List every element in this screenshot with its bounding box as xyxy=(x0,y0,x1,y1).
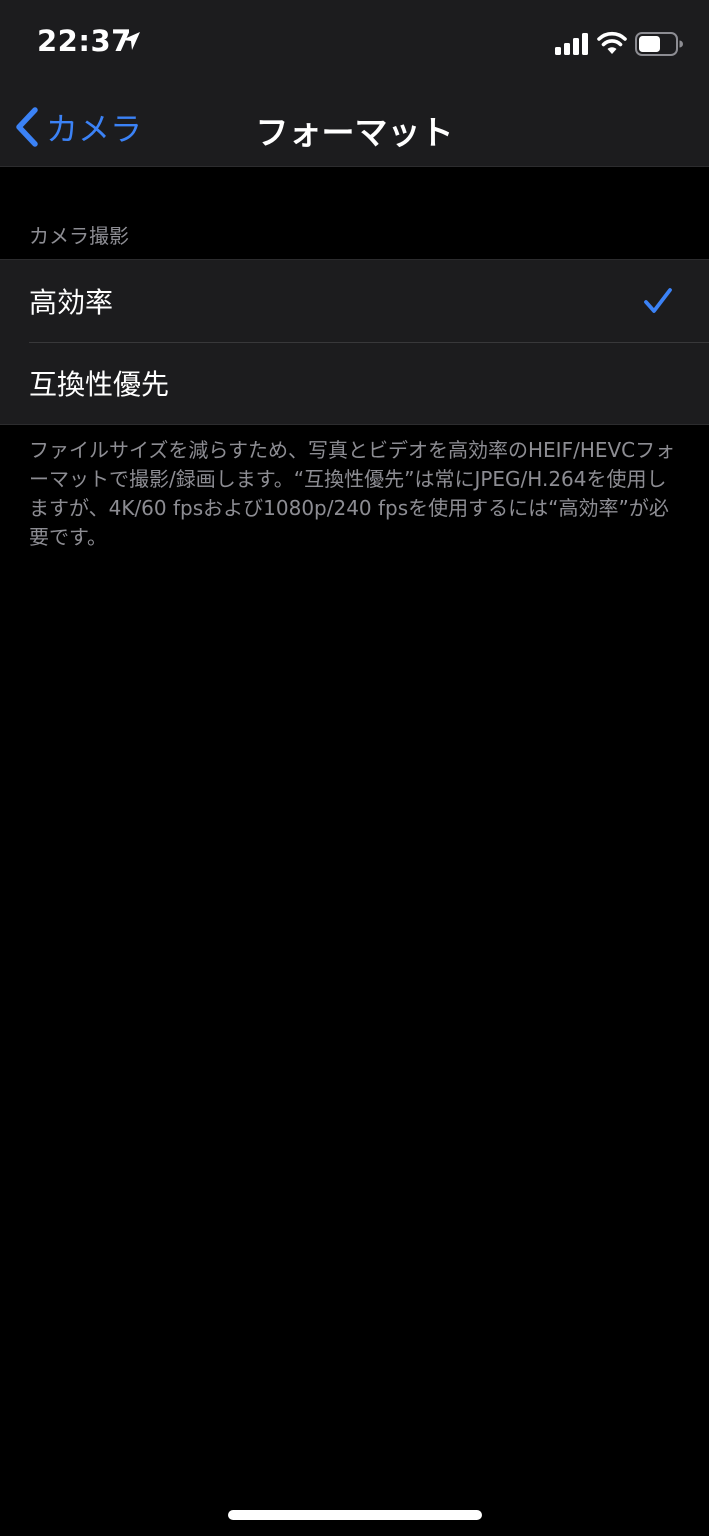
wifi-icon xyxy=(597,31,627,54)
location-icon xyxy=(122,32,140,50)
checkmark-icon xyxy=(644,288,672,313)
signal-icon xyxy=(555,33,588,55)
option-label: 互換性優先 xyxy=(29,368,170,401)
option-label: 高効率 xyxy=(29,286,114,319)
home-indicator[interactable] xyxy=(228,1510,482,1520)
navigation-bar: カメラ フォーマット xyxy=(0,88,709,167)
status-time: 22:37 xyxy=(37,24,132,58)
battery-icon xyxy=(635,32,683,56)
option-high-efficiency[interactable]: 高効率 xyxy=(0,260,709,342)
page-title: フォーマット xyxy=(255,113,454,152)
status-bar: 22:37 xyxy=(0,0,709,88)
section-footer-description: ファイルサイズを減らすため、写真とビデオを高効率のHEIF/HEVCフォーマット… xyxy=(29,438,676,549)
section-header: カメラ撮影 xyxy=(29,224,129,248)
option-most-compatible[interactable]: 互換性優先 xyxy=(0,342,709,424)
format-options-list: 高効率 互換性優先 xyxy=(0,259,709,425)
